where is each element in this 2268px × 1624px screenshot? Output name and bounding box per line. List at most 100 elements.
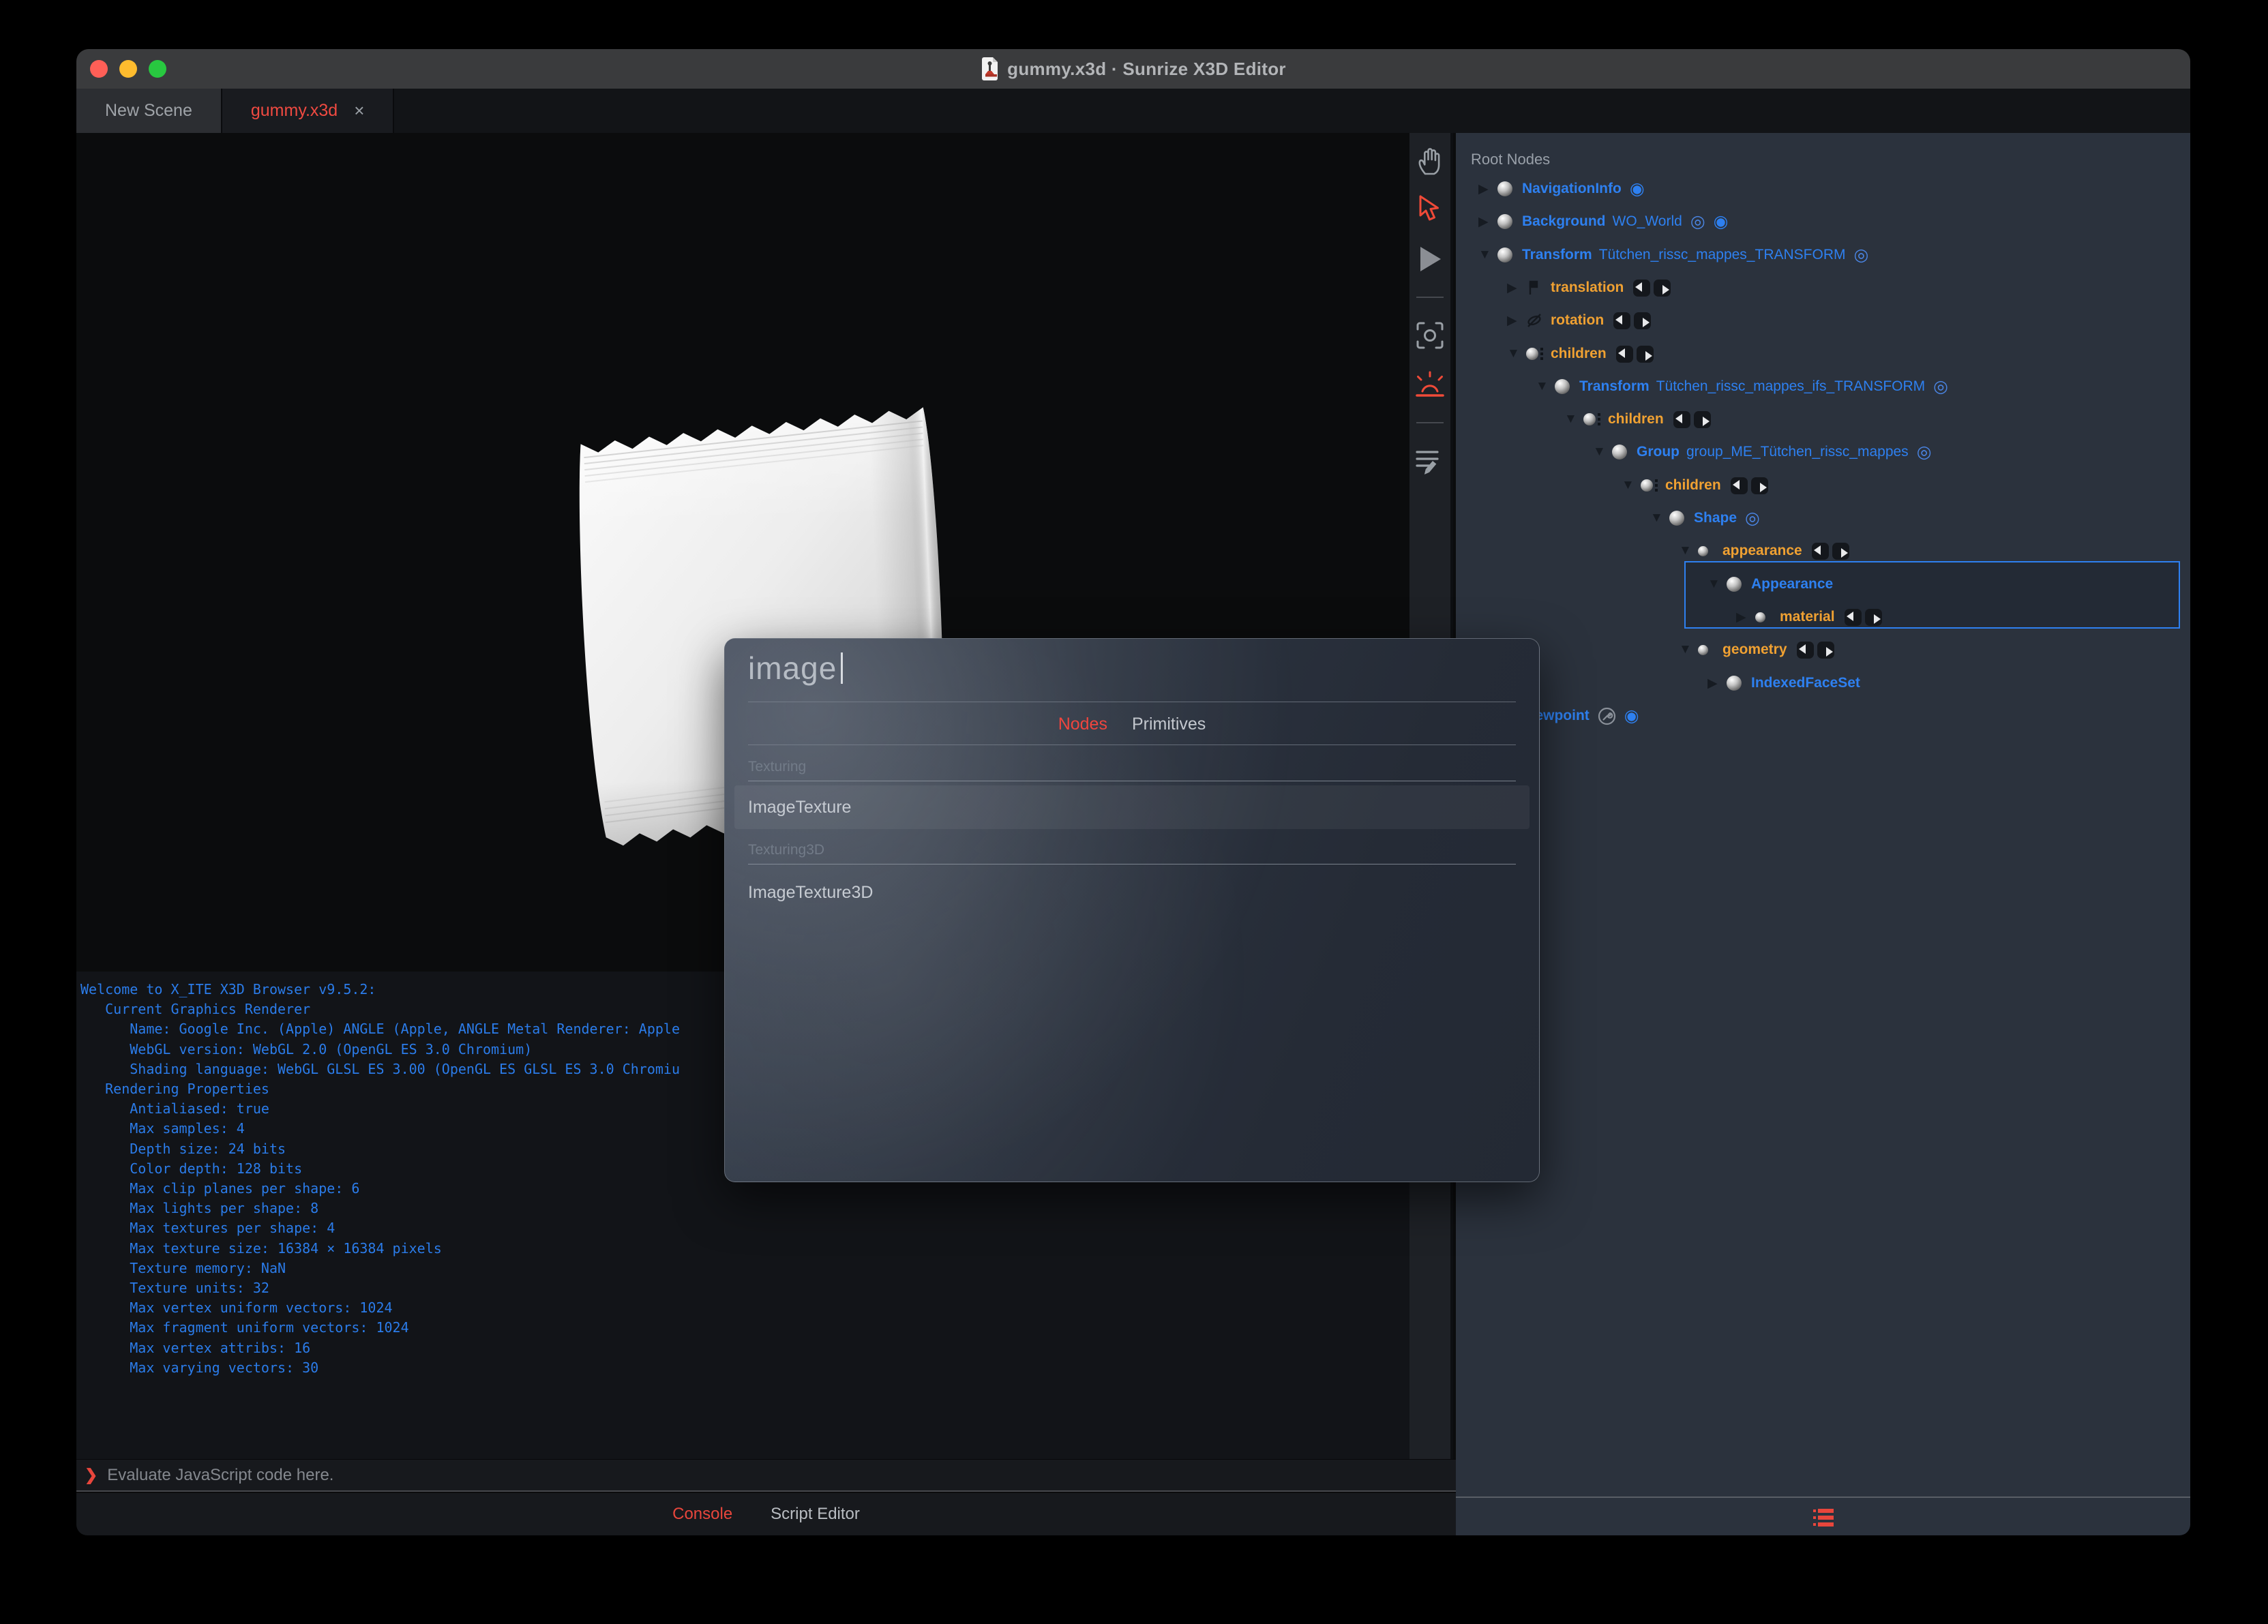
collapse-icon[interactable]: ▼ bbox=[1564, 412, 1583, 427]
output-routes-icon[interactable] bbox=[1817, 641, 1834, 659]
output-routes-icon[interactable] bbox=[1864, 608, 1882, 626]
minimize-button[interactable] bbox=[119, 60, 137, 78]
toolbar-separator bbox=[1416, 297, 1444, 298]
expand-icon[interactable]: ▶ bbox=[1478, 181, 1497, 197]
route-icons[interactable] bbox=[1615, 345, 1654, 363]
tab-new-scene-label: New Scene bbox=[105, 101, 192, 120]
node-type-label: NavigationInfo bbox=[1522, 181, 1622, 196]
tab-console[interactable]: Console bbox=[672, 1505, 732, 1524]
tree-row-navigationinfo[interactable]: ▶ NavigationInfo ◉ bbox=[1456, 172, 2190, 205]
title-bar: gummy.x3d · Sunrize X3D Editor bbox=[76, 49, 2190, 89]
tree-row-shape[interactable]: ▼ Shape ◎ bbox=[1456, 502, 2190, 535]
input-routes-icon[interactable] bbox=[1811, 542, 1829, 560]
input-routes-icon[interactable] bbox=[1613, 312, 1631, 329]
collapse-icon[interactable]: ▼ bbox=[1593, 445, 1612, 460]
collapse-icon[interactable]: ▼ bbox=[1536, 379, 1555, 394]
tree-row-translation[interactable]: ▶ translation bbox=[1456, 271, 2190, 304]
output-routes-icon[interactable] bbox=[1832, 542, 1849, 560]
tree-row-geometry[interactable]: ▼ geometry bbox=[1456, 633, 2190, 666]
play-icon[interactable] bbox=[1414, 243, 1446, 275]
visibility-icon[interactable]: ◎ bbox=[1933, 378, 1948, 395]
node-sphere-icon bbox=[1669, 511, 1684, 526]
tab-new-scene[interactable]: New Scene bbox=[76, 89, 222, 133]
expand-icon[interactable]: ▶ bbox=[1478, 214, 1497, 230]
tree-row-rotation[interactable]: ▶ rotation bbox=[1456, 304, 2190, 337]
tree-row-group[interactable]: ▼ Group group_ME_Tütchen_rissc_mappes ◎ bbox=[1456, 436, 2190, 468]
visibility-icon[interactable]: ◎ bbox=[1917, 443, 1932, 461]
tree-row-transform[interactable]: ▼ Transform Tütchen_rissc_mappes_ifs_TRANS… bbox=[1456, 370, 2190, 403]
input-routes-icon[interactable] bbox=[1796, 641, 1814, 659]
visibility-icon[interactable]: ◎ bbox=[1690, 213, 1705, 230]
camera-center-icon[interactable] bbox=[1414, 320, 1446, 351]
output-routes-icon[interactable] bbox=[1634, 312, 1652, 329]
expand-icon[interactable]: ▶ bbox=[1507, 313, 1526, 329]
route-icons[interactable] bbox=[1796, 641, 1834, 659]
tool-node-icon[interactable] bbox=[1598, 707, 1616, 725]
tree-row-viewpoint[interactable]: ▶Viewpoint◉ bbox=[1456, 700, 2190, 732]
collapse-icon[interactable]: ▼ bbox=[1507, 346, 1526, 361]
dialog-tab-nodes[interactable]: Nodes bbox=[1058, 715, 1107, 734]
dialog-tab-primitives[interactable]: Primitives bbox=[1132, 715, 1206, 734]
bind-node-icon[interactable]: ◉ bbox=[1630, 180, 1645, 198]
node-sphere-icon bbox=[1583, 413, 1596, 425]
route-icons[interactable] bbox=[1673, 410, 1711, 428]
route-icons[interactable] bbox=[1730, 477, 1768, 494]
visibility-icon[interactable]: ◎ bbox=[1853, 246, 1868, 264]
tab-gummy-x3d[interactable]: gummy.x3d × bbox=[222, 89, 395, 133]
tree-row-appearance[interactable]: ▼ Appearance bbox=[1456, 568, 2190, 601]
input-routes-icon[interactable] bbox=[1844, 608, 1862, 626]
output-routes-icon[interactable] bbox=[1693, 410, 1711, 428]
tab-close-icon[interactable]: × bbox=[354, 100, 364, 121]
input-routes-icon[interactable] bbox=[1615, 345, 1633, 363]
tree-row-children[interactable]: ▼ children bbox=[1456, 403, 2190, 436]
hand-pan-icon[interactable] bbox=[1414, 145, 1446, 177]
tree-row-children[interactable]: ▼ children bbox=[1456, 469, 2190, 502]
route-icons[interactable] bbox=[1613, 312, 1652, 329]
bind-node-icon[interactable]: ◉ bbox=[1624, 707, 1639, 725]
zoom-button[interactable] bbox=[149, 60, 166, 78]
route-icons[interactable] bbox=[1811, 542, 1849, 560]
route-icons[interactable] bbox=[1844, 608, 1882, 626]
route-icons[interactable] bbox=[1633, 279, 1671, 297]
input-routes-icon[interactable] bbox=[1730, 477, 1748, 494]
window-title: gummy.x3d · Sunrize X3D Editor bbox=[1007, 58, 1286, 79]
tree-row-indexedfaceset[interactable]: ▶ IndexedFaceSet bbox=[1456, 667, 2190, 700]
output-routes-icon[interactable] bbox=[1750, 477, 1768, 494]
tree-row-appearance[interactable]: ▼ appearance bbox=[1456, 535, 2190, 567]
dialog-item-imagetexture[interactable]: ImageTexture bbox=[734, 785, 1530, 829]
console-input-bar[interactable]: ❯ Evaluate JavaScript code here. bbox=[76, 1459, 1456, 1492]
tree-row-transform[interactable]: ▼ Transform Tütchen_rissc_mappes_TRANSFORM… bbox=[1456, 239, 2190, 271]
collapse-icon[interactable]: ▼ bbox=[1622, 478, 1641, 493]
collapse-icon[interactable]: ▼ bbox=[1679, 642, 1698, 657]
tree-row-children[interactable]: ▼ children bbox=[1456, 337, 2190, 370]
bind-node-icon[interactable]: ◉ bbox=[1714, 213, 1729, 230]
input-routes-icon[interactable] bbox=[1633, 279, 1651, 297]
field-name-label: appearance bbox=[1722, 543, 1802, 558]
expand-icon[interactable]: ▶ bbox=[1736, 610, 1755, 625]
tree-row-background[interactable]: ▶ Background WO_World ◎ ◉ bbox=[1456, 205, 2190, 238]
collapse-icon[interactable]: ▼ bbox=[1478, 247, 1497, 262]
collapse-icon[interactable]: ▼ bbox=[1679, 543, 1698, 558]
expand-icon[interactable]: ▶ bbox=[1507, 280, 1526, 296]
input-routes-icon[interactable] bbox=[1673, 410, 1690, 428]
node-sphere-icon bbox=[1497, 214, 1512, 229]
prompt-chevron-icon: ❯ bbox=[85, 1466, 98, 1484]
collapse-icon[interactable]: ▼ bbox=[1650, 511, 1669, 526]
tab-script-editor[interactable]: Script Editor bbox=[771, 1505, 860, 1524]
output-routes-icon[interactable] bbox=[1636, 345, 1654, 363]
expand-icon[interactable]: ▶ bbox=[1707, 676, 1727, 691]
node-type-label: Appearance bbox=[1751, 576, 1834, 592]
output-routes-icon[interactable] bbox=[1654, 279, 1671, 297]
visibility-icon[interactable]: ◎ bbox=[1745, 509, 1760, 527]
node-search-input[interactable]: image bbox=[748, 650, 844, 687]
dialog-item-imagetexture3d[interactable]: ImageTexture3D bbox=[734, 871, 1530, 914]
script-edit-icon[interactable] bbox=[1414, 445, 1446, 477]
node-type-label: Transform bbox=[1579, 378, 1650, 394]
outline-list-icon[interactable] bbox=[1812, 1508, 1834, 1527]
field-sphere-icon bbox=[1698, 644, 1708, 655]
select-arrow-icon[interactable] bbox=[1414, 194, 1446, 226]
light-icon[interactable] bbox=[1414, 369, 1446, 400]
collapse-icon[interactable]: ▼ bbox=[1707, 577, 1727, 592]
tree-row-material[interactable]: ▶ material bbox=[1456, 601, 2190, 633]
close-button[interactable] bbox=[90, 60, 108, 78]
